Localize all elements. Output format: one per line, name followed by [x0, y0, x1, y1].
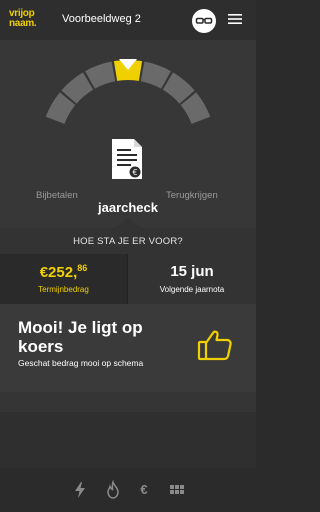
- nav-item-overview[interactable]: [167, 480, 187, 500]
- next-bill-stat[interactable]: 15 jun Volgende jaarnota: [128, 254, 256, 304]
- glasses-button[interactable]: [192, 9, 216, 33]
- status-message-title: Mooi! Je ligt op koers: [18, 318, 143, 356]
- status-message-subtitle: Geschat bedrag mooi op schema: [18, 358, 144, 368]
- nav-item-gas[interactable]: [103, 479, 123, 500]
- nav-item-electricity[interactable]: [70, 480, 90, 500]
- flame-icon: [107, 479, 119, 499]
- svg-text:€: €: [132, 168, 137, 177]
- top-bar: vrijop naam. Voorbeeldweg 2: [0, 0, 256, 40]
- thumbs-up-icon: [197, 330, 232, 361]
- logo-line-2: naam.: [9, 18, 37, 29]
- question-text: HOE STA JE ER VOOR?: [73, 236, 183, 247]
- euro-icon: €: [140, 482, 148, 497]
- menu-button[interactable]: [228, 12, 242, 26]
- installment-label: Termijnbedrag: [38, 285, 89, 294]
- installment-stat[interactable]: €252,86 Termijnbedrag: [0, 254, 127, 304]
- app-logo[interactable]: vrijop naam.: [9, 9, 41, 31]
- glasses-icon: [195, 17, 213, 24]
- gauge-panel: Bijbetalen Terugkrijgen € jaarcheck: [0, 40, 256, 228]
- installment-amount-main: €252,: [39, 264, 78, 281]
- lower-panel: [0, 412, 256, 468]
- installment-amount: €252,86: [0, 263, 127, 281]
- hamburger-menu-icon: [228, 14, 242, 24]
- bottom-navigation: €: [0, 468, 256, 512]
- lightning-icon: [75, 482, 85, 498]
- next-bill-date: 15 jun: [170, 263, 214, 280]
- question-bar[interactable]: HOE STA JE ER VOOR?: [0, 228, 256, 254]
- grid-icon: [170, 485, 184, 494]
- address-title[interactable]: Voorbeeldweg 2: [62, 13, 141, 25]
- next-bill-label: Volgende jaarnota: [159, 285, 225, 294]
- status-message-card: Mooi! Je ligt op koers Geschat bedrag mo…: [0, 304, 256, 392]
- stats-row: €252,86 Termijnbedrag 15 jun Volgende ja…: [0, 254, 256, 304]
- lower-strip: [0, 392, 256, 412]
- nav-item-costs[interactable]: €: [134, 480, 154, 500]
- document-euro-icon: €: [112, 139, 142, 179]
- installment-amount-cents: 86: [77, 263, 88, 273]
- gauge-title: jaarcheck: [98, 200, 158, 215]
